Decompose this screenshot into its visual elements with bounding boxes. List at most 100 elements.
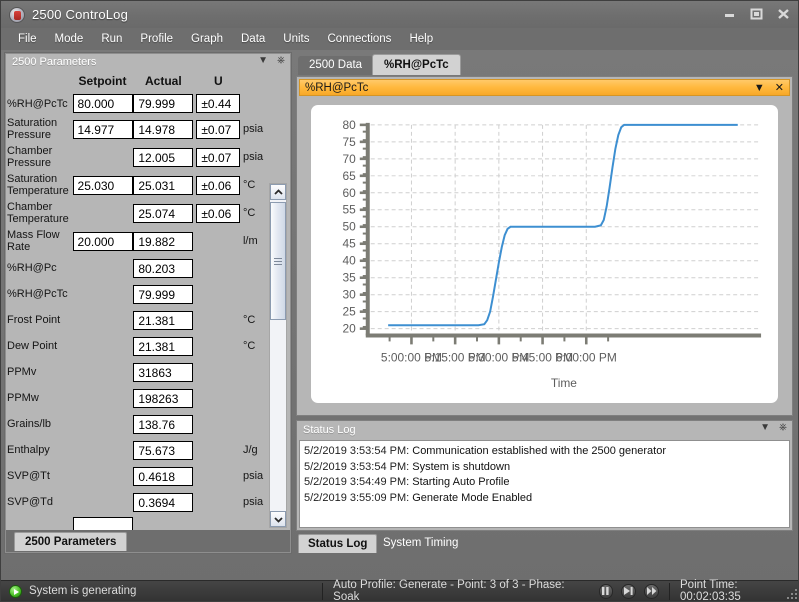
chevron-down-icon[interactable]: ▼	[754, 81, 765, 95]
actual-field: 79.999	[133, 284, 194, 304]
table-row: %RH@PcTc 79.999	[7, 281, 267, 307]
actual-field: 79.999	[133, 94, 194, 113]
svg-text:60: 60	[343, 186, 357, 200]
x-axis-label: Time	[551, 376, 577, 390]
skip-next-button[interactable]	[621, 583, 637, 599]
param-label: PPMw	[7, 392, 39, 404]
log-message: System is shutdown	[412, 460, 511, 473]
menu-item-units[interactable]: Units	[274, 31, 318, 47]
status-bar-state: System is generating	[1, 584, 322, 598]
param-label: SVP@Td	[7, 496, 54, 508]
setpoint-field[interactable]: 14.977	[72, 119, 133, 139]
log-message: Generate Mode Enabled	[412, 491, 533, 504]
menu-item-help[interactable]: Help	[400, 31, 442, 47]
close-button[interactable]	[773, 5, 794, 23]
actual-field: 21.381	[133, 336, 194, 356]
application-window: 2500 ControLog File Mode Run Profile Gra…	[0, 0, 799, 602]
actual-field: 12.005	[133, 147, 194, 167]
param-unit: °C	[242, 207, 256, 219]
menu-bar: File Mode Run Profile Graph Data Units C…	[1, 28, 798, 50]
menu-item-run[interactable]: Run	[92, 31, 131, 47]
table-row: SVP@Tt 0.4618 psia	[7, 463, 267, 489]
param-label: Chamber Pressure	[7, 145, 53, 169]
header-label	[7, 71, 72, 92]
table-header-row: Setpoint Actual U	[7, 71, 267, 92]
log-timestamp: 5/2/2019 3:55:09 PM:	[304, 491, 410, 504]
menu-item-file[interactable]: File	[9, 31, 46, 47]
fast-forward-button[interactable]	[644, 583, 659, 599]
menu-item-data[interactable]: Data	[232, 31, 274, 47]
line-chart[interactable]: 20253035404550556065707580 5:00:00 PM5:1…	[311, 105, 778, 403]
param-label: %RH@PcTc	[7, 97, 68, 110]
document-tab-strip: 2500 Data %RH@PcTc	[294, 53, 796, 75]
param-label: %RH@Pc	[7, 262, 57, 274]
status-log-caption: Status Log ▼ ⎈	[297, 421, 792, 438]
menu-item-mode[interactable]: Mode	[46, 31, 93, 47]
param-label: Saturation Temperature	[7, 173, 69, 197]
log-timestamp: 5/2/2019 3:53:54 PM:	[304, 460, 410, 473]
status-bar: System is generating Auto Profile: Gener…	[1, 579, 798, 601]
param-unit: psia	[242, 151, 264, 163]
param-unit: °C	[242, 340, 256, 352]
list-item: 5/2/2019 3:53:54 PM: Communication estab…	[304, 444, 789, 460]
window-title: 2500 ControLog	[32, 7, 129, 22]
status-log-title: Status Log	[303, 423, 356, 436]
setpoint-field[interactable]: 25.030	[72, 175, 133, 195]
setpoint-field[interactable]: 20.000	[72, 231, 133, 251]
actual-field: 0.3694	[133, 492, 194, 512]
minimize-button[interactable]	[719, 5, 740, 23]
pin-icon[interactable]: ⎈	[277, 55, 285, 67]
table-row: Enthalpy 75.673 J/g	[7, 437, 267, 463]
svg-text:20: 20	[343, 322, 357, 336]
param-label: Dew Point	[7, 340, 58, 352]
status-log-panel: Status Log ▼ ⎈ 5/2/2019 3:53:54 PM: Comm…	[296, 420, 793, 531]
actual-field: 21.381	[133, 310, 194, 330]
chevron-down-icon[interactable]: ▼	[760, 422, 770, 434]
list-item: 5/2/2019 3:53:54 PM: System is shutdown	[304, 460, 789, 476]
chevron-up-icon[interactable]	[270, 184, 286, 200]
chevron-down-icon[interactable]	[270, 511, 286, 527]
resize-grip-icon[interactable]	[785, 587, 797, 599]
table-row: Dew Point 21.381 °C	[7, 333, 267, 359]
tab-system-timing[interactable]: System Timing	[374, 534, 467, 553]
table-row: %RH@Pc 80.203	[7, 255, 267, 281]
scrollbar-thumb[interactable]	[270, 202, 286, 320]
actual-field: 19.882	[133, 231, 194, 251]
tab-2500-parameters[interactable]: 2500 Parameters	[14, 532, 128, 551]
tab-status-log[interactable]: Status Log	[298, 534, 378, 553]
param-unit	[243, 359, 267, 385]
status-log-list[interactable]: 5/2/2019 3:53:54 PM: Communication estab…	[299, 440, 790, 528]
param-unit	[243, 411, 267, 437]
pause-button[interactable]	[598, 583, 614, 599]
svg-text:65: 65	[343, 169, 357, 183]
close-icon[interactable]: ✕	[775, 81, 784, 95]
menu-item-profile[interactable]: Profile	[131, 31, 182, 47]
chevron-down-icon[interactable]: ▼	[258, 55, 268, 67]
setpoint-field[interactable]: 80.000	[72, 94, 133, 113]
svg-text:30: 30	[343, 288, 357, 302]
svg-text:50: 50	[343, 220, 357, 234]
actual-field: 138.76	[133, 414, 194, 434]
param-unit: psia	[242, 496, 264, 508]
parameters-scrollbar[interactable]	[269, 183, 287, 528]
param-label: SVP@Tt	[7, 470, 50, 482]
param-unit: psia	[242, 123, 264, 135]
param-unit: J/g	[242, 444, 258, 456]
actual-field: 14.978	[133, 119, 194, 139]
pin-icon[interactable]: ⎈	[779, 422, 787, 434]
graph-panel: %RH@PcTc ▼ ✕ 20 25 30 35 40 45 50 55 60 …	[296, 76, 793, 416]
actual-field-partial	[72, 517, 133, 530]
window-controls	[719, 5, 794, 23]
param-label: Frost Point	[7, 314, 61, 326]
table-row: Grains/lb 138.76	[7, 411, 267, 437]
menu-item-graph[interactable]: Graph	[182, 31, 232, 47]
table-row: Mass Flow Rate 20.000 19.882 l/m	[7, 227, 267, 255]
app-logo-icon	[9, 6, 25, 23]
tab-2500-data[interactable]: 2500 Data	[298, 56, 374, 75]
tab-rh-pctc[interactable]: %RH@PcTc	[372, 54, 461, 75]
param-unit: l/m	[242, 235, 258, 247]
maximize-button[interactable]	[746, 5, 767, 23]
actual-field: 25.074	[133, 203, 194, 223]
menu-item-connections[interactable]: Connections	[319, 31, 401, 47]
actual-field: 0.4618	[133, 466, 194, 486]
